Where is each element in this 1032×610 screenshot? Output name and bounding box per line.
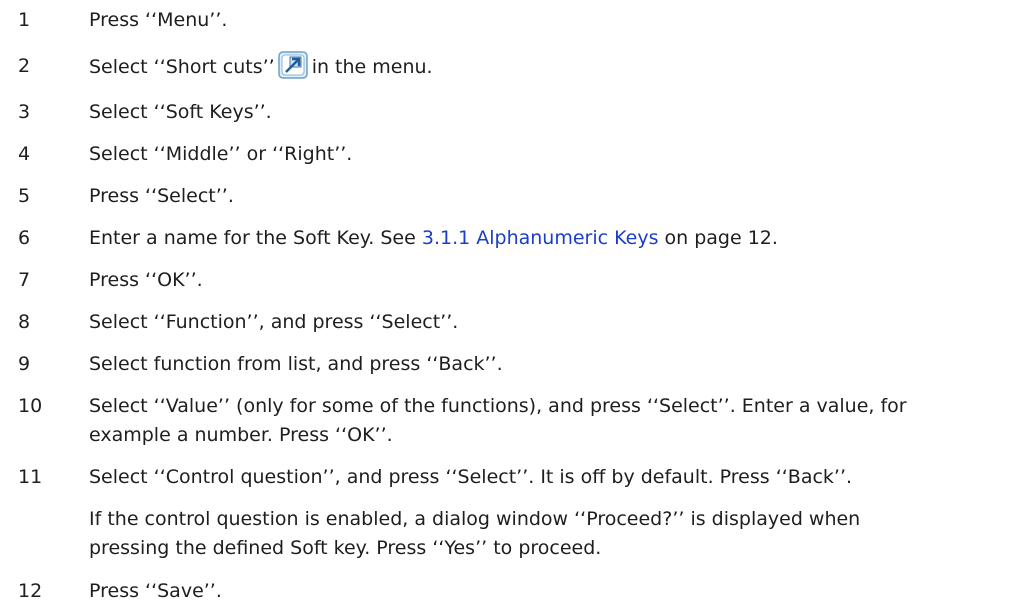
step-note-line-2: pressing the defined Soft key. Press ‘‘Y… <box>89 537 602 559</box>
step-text: Select ‘‘Function’’, and press ‘‘Select’… <box>89 311 459 333</box>
cross-reference-link[interactable]: 3.1.1 Alphanumeric Keys <box>422 227 659 249</box>
step-text: Select ‘‘Middle’’ or ‘‘Right’’. <box>89 143 353 165</box>
step-number: 4 <box>18 143 31 165</box>
step-number: 12 <box>18 580 43 602</box>
step-text: Press ‘‘Select’’. <box>89 185 234 207</box>
step-text: Enter a name for the Soft Key. See 3.1.1… <box>89 223 1029 253</box>
step-text-after-link: on page 12. <box>658 227 778 249</box>
step-number: 2 <box>18 55 31 77</box>
step-number: 10 <box>18 395 43 417</box>
step-number: 6 <box>18 227 31 249</box>
step-number: 8 <box>18 311 31 333</box>
shortcut-icon <box>277 51 308 79</box>
step-text-line-1: Select ‘‘Value’’ (only for some of the f… <box>89 395 907 417</box>
step-text-line-2: example a number. Press ‘‘OK’’. <box>89 424 393 446</box>
step-number: 3 <box>18 101 31 123</box>
step-text: Select ‘‘Control question’’, and press ‘… <box>89 466 853 488</box>
step-number: 9 <box>18 353 31 375</box>
step-text: Select function from list, and press ‘‘B… <box>89 353 503 375</box>
step-number: 11 <box>18 466 43 488</box>
step-text-before-link: Enter a name for the Soft Key. See <box>89 227 422 249</box>
step-text-after-icon: in the menu. <box>311 56 433 78</box>
step-text: Press ‘‘Menu’’. <box>89 9 228 31</box>
step-text: Press ‘‘Save’’. <box>89 580 222 602</box>
step-note-line-1: If the control question is enabled, a di… <box>89 508 861 530</box>
step-number: 7 <box>18 269 31 291</box>
step-text: Select ‘‘Soft Keys’’. <box>89 101 272 123</box>
step-number: 5 <box>18 185 31 207</box>
step-text-before-icon: Select ‘‘Short cuts’’ <box>89 56 275 78</box>
step-text: Select ‘‘Short cuts’’ in the menu. <box>89 51 1029 82</box>
step-number: 1 <box>18 9 31 31</box>
step-text: Press ‘‘OK’’. <box>89 269 203 291</box>
